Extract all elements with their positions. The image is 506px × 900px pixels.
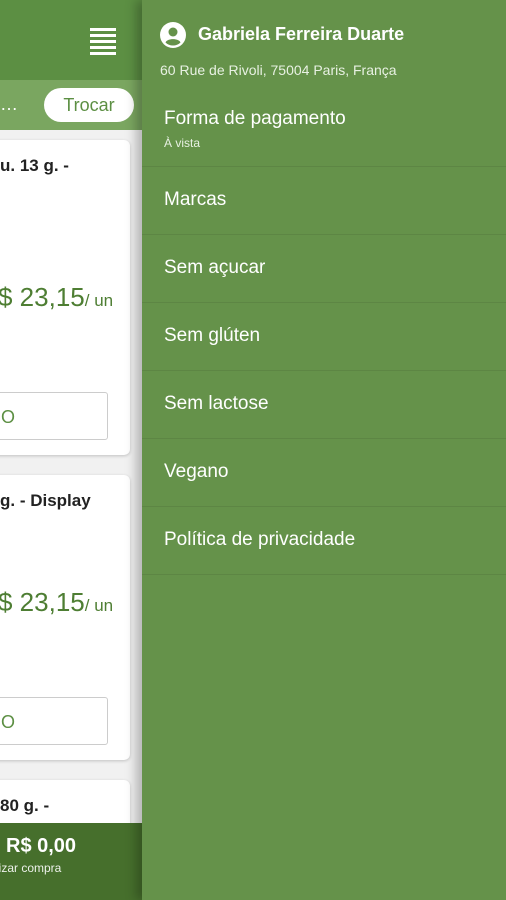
menu-item-sem-gluten[interactable]: Sem glúten	[142, 303, 506, 371]
product-title: g. - Display	[0, 491, 91, 510]
cart-total: R$ 0,00	[6, 835, 77, 857]
menu-item-label: Política de privacidade	[164, 529, 356, 550]
menu-item-label: Vegano	[164, 461, 229, 482]
menu-item-politica-de-privacidade[interactable]: Política de privacidade	[142, 507, 506, 575]
hamburger-menu-icon[interactable]	[90, 28, 116, 55]
add-to-cart-button[interactable]: O	[0, 697, 108, 745]
product-title: 80 g. -	[0, 796, 50, 815]
address-text: …	[0, 94, 18, 114]
product-title: u. 13 g. -	[0, 156, 69, 175]
menu-item-sublabel: À vista	[164, 136, 201, 150]
menu-item-label: Sem lactose	[164, 393, 269, 414]
product-price: $ 23,15/ un	[0, 282, 114, 312]
app-header	[0, 0, 142, 80]
menu-item-sem-acucar[interactable]: Sem açucar	[142, 235, 506, 303]
product-list-view: … Trocar u. 13 g. - $ 23,15/ un O g. - D…	[0, 0, 142, 900]
menu-item-label: Marcas	[164, 189, 227, 210]
menu-item-sem-lactose[interactable]: Sem lactose	[142, 371, 506, 439]
add-to-cart-button[interactable]: O	[0, 392, 108, 440]
cart-subtitle: lizar compra	[0, 861, 62, 875]
user-address: 60 Rue de Rivoli, 75004 Paris, França	[160, 62, 397, 78]
cart-bar[interactable]: R$ 0,00 lizar compra	[0, 823, 142, 900]
user-avatar-icon	[160, 22, 186, 48]
menu-item-label: Sem glúten	[164, 325, 261, 346]
product-card[interactable]: u. 13 g. - $ 23,15/ un O	[0, 140, 130, 455]
drawer-menu: Forma de pagamento À vista Marcas Sem aç…	[142, 98, 506, 575]
menu-item-marcas[interactable]: Marcas	[142, 167, 506, 235]
trocar-button[interactable]: Trocar	[44, 88, 134, 122]
product-card[interactable]: g. - Display $ 23,15/ un O	[0, 475, 130, 760]
menu-item-label: Forma de pagamento	[164, 108, 346, 129]
menu-item-forma-de-pagamento[interactable]: Forma de pagamento À vista	[142, 98, 506, 167]
menu-item-vegano[interactable]: Vegano	[142, 439, 506, 507]
side-drawer: Gabriela Ferreira Duarte 60 Rue de Rivol…	[142, 0, 506, 900]
product-price: $ 23,15/ un	[0, 587, 114, 617]
menu-item-label: Sem açucar	[164, 257, 266, 278]
user-name: Gabriela Ferreira Duarte	[198, 24, 405, 44]
